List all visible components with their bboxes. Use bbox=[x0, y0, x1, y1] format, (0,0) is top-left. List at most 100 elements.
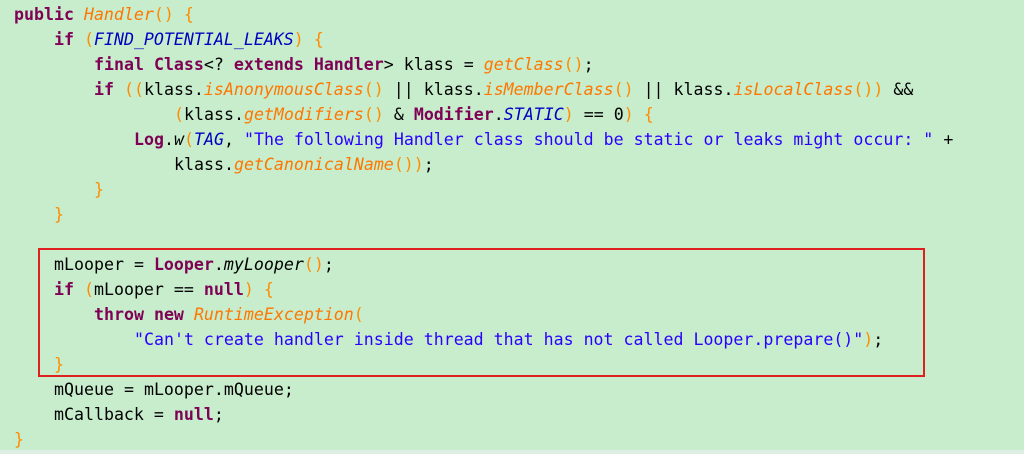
number-literal: 0 bbox=[613, 105, 624, 124]
operator: = bbox=[123, 380, 134, 399]
identifier: mLooper bbox=[143, 380, 214, 399]
class-name: RuntimeException bbox=[193, 305, 354, 324]
operator: == bbox=[583, 105, 604, 124]
operator: || bbox=[393, 80, 414, 99]
keyword: if bbox=[54, 280, 74, 299]
semicolon: ; bbox=[283, 380, 294, 399]
paren: (( bbox=[123, 80, 144, 99]
semicolon: ; bbox=[323, 255, 334, 274]
identifier: mCallback bbox=[54, 405, 144, 424]
keyword: if bbox=[54, 30, 74, 49]
identifier: mLooper bbox=[93, 280, 164, 299]
method-name: isMemberClass bbox=[483, 80, 614, 99]
semicolon: ; bbox=[583, 55, 594, 74]
dot: . bbox=[223, 155, 234, 174]
paren: () bbox=[363, 80, 384, 99]
paren: () bbox=[153, 5, 174, 24]
operator: || bbox=[643, 80, 664, 99]
method-name: getCanonicalName bbox=[233, 155, 394, 174]
dot: . bbox=[473, 80, 484, 99]
type-name: Class bbox=[153, 55, 204, 74]
identifier: mLooper bbox=[54, 255, 124, 274]
keyword: new bbox=[153, 305, 184, 324]
constant: STATIC bbox=[503, 105, 564, 124]
generic-close: > bbox=[383, 55, 394, 74]
code-editor[interactable]: public Handler() { if (FIND_POTENTIAL_LE… bbox=[0, 0, 1024, 454]
code-line-5: (klass.getModifiers() & Modifier.STATIC)… bbox=[174, 102, 654, 127]
paren: ) bbox=[243, 280, 254, 299]
operator: && bbox=[893, 80, 914, 99]
type-name: Log bbox=[134, 130, 164, 149]
code-line-4: if ((klass.isAnonymousClass() || klass.i… bbox=[94, 77, 913, 102]
keyword: extends bbox=[233, 55, 304, 74]
keyword: null bbox=[173, 405, 214, 424]
semicolon: ; bbox=[213, 405, 224, 424]
code-line-17: mCallback = null; bbox=[54, 402, 224, 427]
code-line-1: public Handler() { bbox=[14, 2, 194, 27]
brace: } bbox=[54, 355, 64, 374]
paren: ( bbox=[183, 130, 194, 149]
method-name: isLocalClass bbox=[733, 80, 854, 99]
operator: == bbox=[173, 280, 194, 299]
type-name: Looper bbox=[153, 255, 214, 274]
brace: { bbox=[263, 280, 274, 299]
paren: ( bbox=[174, 105, 184, 124]
paren: ( bbox=[353, 305, 364, 324]
type-name: Handler bbox=[313, 55, 384, 74]
paren: ) bbox=[863, 330, 874, 349]
constant: FIND_POTENTIAL_LEAKS bbox=[93, 30, 294, 49]
brace: { bbox=[313, 30, 324, 49]
method-name: getModifiers bbox=[243, 105, 364, 124]
editor-bottom-edge bbox=[0, 450, 1024, 454]
identifier: klass bbox=[174, 155, 224, 174]
paren: () bbox=[363, 105, 384, 124]
operator: & bbox=[393, 105, 404, 124]
method-name: myLooper bbox=[223, 255, 304, 274]
dot: . bbox=[213, 380, 224, 399]
operator: = bbox=[153, 405, 164, 424]
method-name: getClass bbox=[483, 55, 564, 74]
keyword: if bbox=[94, 80, 114, 99]
code-line-9: } bbox=[54, 202, 64, 227]
code-line-18: } bbox=[14, 427, 24, 452]
method-name: w bbox=[173, 130, 184, 149]
dot: . bbox=[233, 105, 244, 124]
code-line-3: final Class<? extends Handler> klass = g… bbox=[94, 52, 594, 77]
comma: , bbox=[223, 130, 234, 149]
identifier: klass bbox=[423, 80, 474, 99]
paren: () bbox=[303, 255, 324, 274]
code-line-14: "Can't create handler inside thread that… bbox=[134, 327, 883, 352]
paren: ) bbox=[293, 30, 304, 49]
code-line-15: } bbox=[54, 352, 64, 377]
paren: ( bbox=[83, 280, 94, 299]
dot: . bbox=[193, 80, 204, 99]
brace: { bbox=[643, 105, 654, 124]
method-name: isAnonymousClass bbox=[203, 80, 364, 99]
identifier: klass bbox=[184, 105, 234, 124]
keyword: public bbox=[14, 5, 74, 24]
type-name: Modifier bbox=[413, 105, 494, 124]
code-line-7: klass.getCanonicalName()); bbox=[174, 152, 434, 177]
code-line-16: mQueue = mLooper.mQueue; bbox=[54, 377, 294, 402]
dot: . bbox=[723, 80, 734, 99]
code-line-2: if (FIND_POTENTIAL_LEAKS) { bbox=[54, 27, 324, 52]
brace: } bbox=[54, 205, 64, 224]
constant: TAG bbox=[193, 130, 224, 149]
dot: . bbox=[493, 105, 504, 124]
identifier: klass bbox=[403, 55, 454, 74]
brace: } bbox=[94, 180, 104, 199]
string-literal: "The following Handler class should be s… bbox=[243, 130, 934, 149]
code-line-6: Log.w(TAG, "The following Handler class … bbox=[134, 127, 953, 152]
dot: . bbox=[213, 255, 224, 274]
paren: ) bbox=[623, 105, 634, 124]
code-line-8: } bbox=[94, 177, 104, 202]
identifier: klass bbox=[673, 80, 724, 99]
paren: ()) bbox=[853, 80, 884, 99]
method-name: Handler bbox=[83, 5, 154, 24]
paren: () bbox=[613, 80, 634, 99]
keyword: throw bbox=[94, 305, 144, 324]
identifier: mQueue bbox=[223, 380, 284, 399]
brace: { bbox=[183, 5, 194, 24]
keyword: null bbox=[203, 280, 244, 299]
brace: } bbox=[14, 430, 24, 449]
